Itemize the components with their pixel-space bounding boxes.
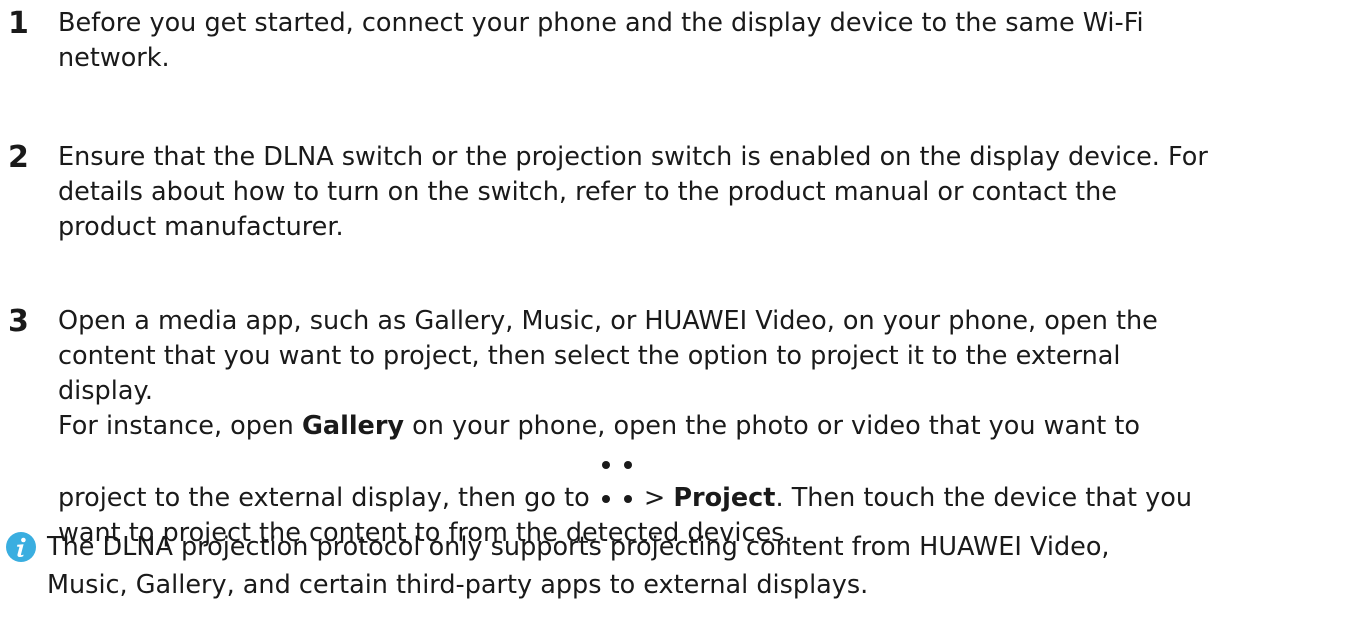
step-3: 3 Open a media app, such as Gallery, Mus…	[8, 304, 1372, 551]
note-text-line: The DLNA projection protocol only suppor…	[47, 532, 1110, 562]
step-number: 2	[8, 140, 29, 175]
example-line: For instance, open Gallery on your phone…	[58, 411, 1140, 441]
info-note: The DLNA projection protocol only suppor…	[0, 528, 1372, 604]
step-text-line: Open a media app, such as Gallery, Music…	[58, 306, 1158, 336]
step-text: Ensure that the DLNA switch or the proje…	[58, 140, 1372, 245]
more-dots-icon	[598, 461, 636, 516]
step-text-line: network.	[58, 43, 170, 73]
step-1: 1 Before you get started, connect your p…	[8, 6, 1372, 76]
step-text-line: display.	[58, 376, 154, 406]
project-option: Project	[673, 483, 776, 513]
step-text: Open a media app, such as Gallery, Music…	[58, 304, 1372, 551]
step-number: 3	[8, 304, 29, 339]
note-text-line: Music, Gallery, and certain third-party …	[47, 570, 869, 600]
step-2: 2 Ensure that the DLNA switch or the pro…	[8, 140, 1372, 245]
gallery-app-name: Gallery	[301, 411, 405, 441]
step-text-line: Before you get started, connect your pho…	[58, 8, 1144, 38]
step-text-line: Ensure that the DLNA switch or the proje…	[58, 142, 1208, 172]
info-icon	[6, 532, 36, 562]
note-text: The DLNA projection protocol only suppor…	[47, 528, 1372, 604]
step-text: Before you get started, connect your pho…	[58, 6, 1372, 76]
step-text-line: product manufacturer.	[58, 212, 344, 242]
example-line: project to the external display, then go…	[58, 461, 1372, 516]
step-text-line: details about how to turn on the switch,…	[58, 177, 1117, 207]
step-text-line: content that you want to project, then s…	[58, 341, 1121, 371]
step-number: 1	[8, 6, 29, 41]
